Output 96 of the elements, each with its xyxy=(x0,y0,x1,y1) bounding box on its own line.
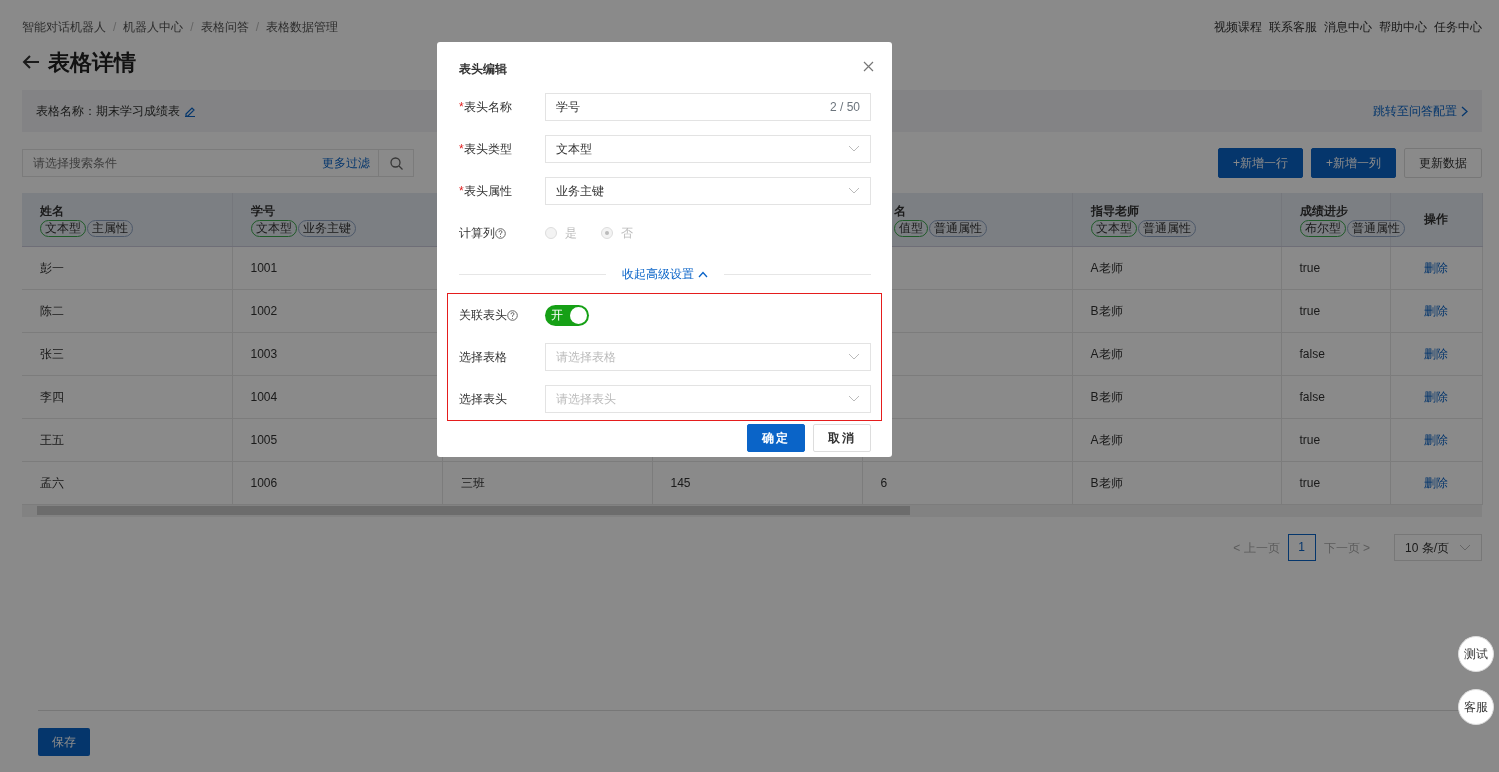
dialog-button[interactable]: 取消 xyxy=(813,424,871,452)
delete-link[interactable]: 删除 xyxy=(1424,432,1448,447)
field-label: 表头属性 xyxy=(463,183,512,200)
chevron-down-icon xyxy=(848,145,860,153)
header-link[interactable]: 帮助中心 xyxy=(1379,18,1427,36)
page-number[interactable]: 1 xyxy=(1287,534,1316,561)
table-cell: false xyxy=(1299,346,1325,361)
column-header: 指导老师 xyxy=(1090,202,1140,220)
breadcrumb-link[interactable]: 智能对话机器人 xyxy=(22,18,106,36)
chevron-down-icon xyxy=(848,187,860,195)
breadcrumb-link[interactable]: 机器人中心 xyxy=(123,18,184,36)
header-link[interactable]: 视频课程 xyxy=(1214,18,1262,36)
collapse-settings-link[interactable]: 收起高级设置 xyxy=(622,265,708,283)
table-cell: 陈二 xyxy=(40,303,64,318)
column-header: 成绩进步 xyxy=(1299,202,1349,220)
delete-link[interactable]: 删除 xyxy=(1424,389,1448,404)
column-header: 操作 xyxy=(1424,212,1448,227)
table-cell: 李四 xyxy=(40,389,64,404)
jump-link[interactable]: 跳转至问答配置 xyxy=(1373,102,1468,120)
back-arrow-icon[interactable] xyxy=(22,54,40,70)
header-link[interactable]: 消息中心 xyxy=(1324,18,1372,36)
table-cell: 1006 xyxy=(250,475,278,490)
search-button[interactable] xyxy=(379,149,414,177)
header-link[interactable]: 联系客服 xyxy=(1269,18,1317,36)
more-filters-link[interactable]: 更多过滤 xyxy=(322,154,370,172)
table-cell: 王五 xyxy=(40,432,64,447)
breadcrumb-separator: / xyxy=(113,19,117,36)
table-cell: A老师 xyxy=(1090,346,1123,361)
table-cell: A老师 xyxy=(1090,432,1123,447)
table-cell: 1001 xyxy=(250,260,278,275)
action-button[interactable]: +新增一列 xyxy=(1311,148,1396,178)
column-header: 姓名 xyxy=(40,202,65,220)
radio-label: 否 xyxy=(621,225,633,242)
table-cell: true xyxy=(1299,303,1321,318)
page-title: 表格详情 xyxy=(48,48,136,77)
chevron-down-icon xyxy=(1459,543,1471,552)
field-label: 选择表格 xyxy=(459,349,507,366)
table-cell: true xyxy=(1299,432,1321,447)
breadcrumb-link[interactable]: 表格问答 xyxy=(200,18,249,36)
save-button[interactable]: 保存 xyxy=(38,728,90,756)
column-header: 名 xyxy=(893,202,907,220)
table-cell: 张三 xyxy=(40,346,64,361)
page-size-select[interactable]: 10 条/页 xyxy=(1394,534,1482,561)
delete-link[interactable]: 删除 xyxy=(1424,260,1448,275)
chevron-right-icon xyxy=(1461,105,1468,117)
action-button[interactable]: 更新数据 xyxy=(1404,148,1482,178)
floating-button[interactable]: 测试 xyxy=(1458,636,1494,672)
table-cell: A老师 xyxy=(1090,260,1123,275)
field-label: 计算列 xyxy=(459,225,495,242)
table-cell: 孟六 xyxy=(40,475,64,490)
table-cell: 1002 xyxy=(250,303,278,318)
table-name-text: 表格名称：期末学习成绩表 xyxy=(36,103,180,120)
field-label: 表头名称 xyxy=(463,99,512,116)
field-label: 关联表头 xyxy=(459,307,507,324)
delete-link[interactable]: 删除 xyxy=(1424,303,1448,318)
select-field[interactable]: 业务主键 xyxy=(545,177,871,205)
search-field[interactable]: 请选择搜索条件 更多过滤 xyxy=(22,149,379,177)
select-field[interactable]: 文本型 xyxy=(545,135,871,163)
character-counter: 2 / 50 xyxy=(829,99,860,116)
table-cell: B老师 xyxy=(1090,389,1123,404)
close-icon xyxy=(863,61,874,73)
table-cell: 145 xyxy=(670,475,691,490)
floating-button[interactable]: 客服 xyxy=(1458,689,1494,725)
radio-label: 是 xyxy=(565,225,577,242)
field-label: 表头类型 xyxy=(463,141,512,158)
table-cell: 1004 xyxy=(250,389,278,404)
name-input[interactable]: 学号 2 / 50 xyxy=(545,93,871,121)
required-mark: * xyxy=(459,141,464,158)
table-cell: 彭一 xyxy=(40,260,64,275)
field-label: 选择表头 xyxy=(459,391,507,408)
dialog-title: 表头编辑 xyxy=(459,61,507,76)
table-cell: B老师 xyxy=(1090,303,1123,318)
table-cell: true xyxy=(1299,475,1321,490)
table-cell: 1003 xyxy=(250,346,278,361)
table-cell: 1005 xyxy=(250,432,278,447)
breadcrumb-link[interactable]: 表格数据管理 xyxy=(266,18,339,36)
chevron-down-icon xyxy=(848,353,860,361)
delete-link[interactable]: 删除 xyxy=(1424,475,1448,490)
search-icon xyxy=(389,156,403,170)
table-cell: 6 xyxy=(880,475,888,490)
required-mark: * xyxy=(459,99,464,116)
table-cell: 三班 xyxy=(460,475,485,490)
header-link[interactable]: 任务中心 xyxy=(1434,18,1482,36)
table-cell: false xyxy=(1299,389,1325,404)
table-cell: B老师 xyxy=(1090,475,1123,490)
delete-link[interactable]: 删除 xyxy=(1424,346,1448,361)
table-cell: true xyxy=(1299,260,1321,275)
required-mark: * xyxy=(459,183,464,200)
dialog-button[interactable]: 确定 xyxy=(747,424,805,452)
action-button[interactable]: +新增一行 xyxy=(1217,148,1303,178)
breadcrumb-separator: / xyxy=(255,19,260,36)
toggle-switch[interactable]: 开 xyxy=(545,304,589,326)
breadcrumb-separator: / xyxy=(190,19,194,36)
chevron-down-icon xyxy=(848,395,860,403)
pencil-icon[interactable] xyxy=(184,105,196,117)
column-header: 学号 xyxy=(250,202,276,220)
